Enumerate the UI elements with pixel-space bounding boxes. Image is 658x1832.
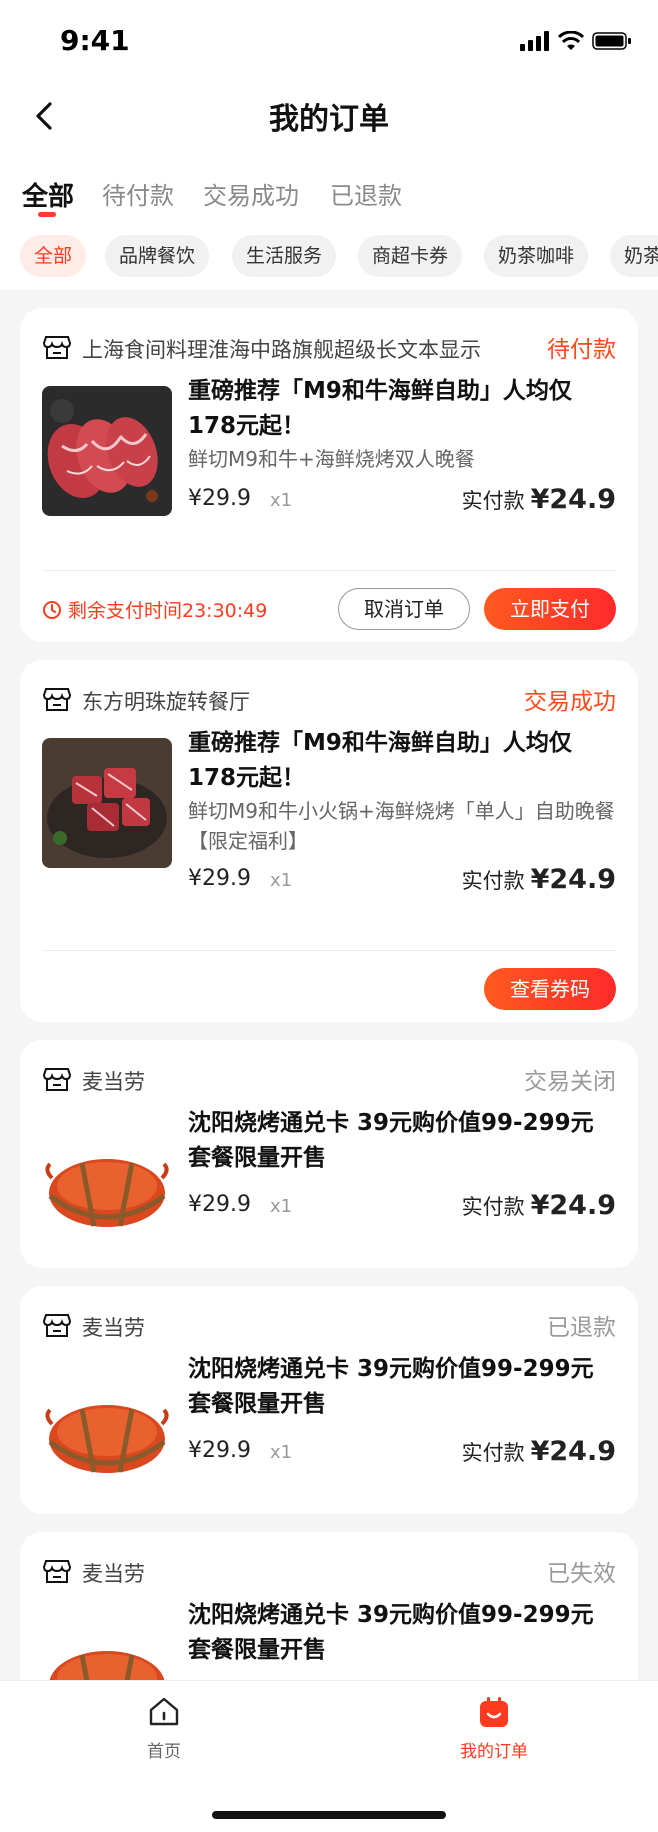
- paid-amount: 实付款 ¥24.9: [462, 484, 616, 515]
- product-image-wagyu-cubes[interactable]: [42, 738, 172, 868]
- product-title[interactable]: 重磅推荐「M9和牛海鲜自助」人均仅178元起！: [188, 374, 616, 444]
- tab-my-orders-label: 我的订单: [460, 1742, 528, 1762]
- store-icon: [42, 688, 72, 711]
- clock-icon: [43, 600, 61, 619]
- chip-milk-tea-partial[interactable]: 奶茶: [610, 235, 658, 277]
- store-name[interactable]: 麦当劳: [82, 1066, 145, 1096]
- chip-supermarket-cards[interactable]: 商超卡券: [358, 235, 463, 277]
- cancel-order-button[interactable]: 取消订单: [338, 588, 470, 630]
- chip-all[interactable]: 全部: [20, 235, 87, 277]
- order-status: 交易成功: [524, 689, 616, 715]
- orders-icon: [480, 1697, 508, 1727]
- store-row: 麦当劳 已失效: [42, 1554, 616, 1588]
- store-name[interactable]: 麦当劳: [82, 1558, 145, 1588]
- product-subtitle: 鲜切M9和牛小火锅+海鲜烧烤「单人」自助晚餐【限定福利】: [188, 799, 615, 853]
- store-row: 上海食间料理淮海中路旗舰超级长文本显示 待付款: [42, 330, 616, 364]
- unit-price: ¥29.9: [188, 1438, 251, 1463]
- order-card[interactable]: 上海食间料理淮海中路旗舰超级长文本显示 待付款 重磅推荐「M9和牛海鲜自助」人均…: [20, 308, 638, 642]
- order-status: 待付款: [547, 337, 616, 363]
- quantity: x1: [270, 870, 293, 891]
- store-icon: [42, 1560, 72, 1583]
- store-icon: [42, 336, 72, 359]
- store-row: 东方明珠旋转餐厅 交易成功: [42, 682, 616, 716]
- chip-brand-dining[interactable]: 品牌餐饮: [105, 235, 210, 277]
- store-name[interactable]: 上海食间料理淮海中路旗舰超级长文本显示: [82, 334, 481, 364]
- divider: [42, 570, 616, 571]
- home-indicator: [212, 1811, 446, 1819]
- store-icon: [42, 1068, 72, 1091]
- order-tabs: 全部 待付款 交易成功 已退款: [0, 172, 658, 220]
- order-card[interactable]: 东方明珠旋转餐厅 交易成功 重磅推荐「M9和牛海鲜自助」人均仅178元起！ 鲜切…: [20, 660, 638, 1022]
- unit-price: ¥29.9: [188, 866, 251, 891]
- battery-icon: [592, 32, 631, 50]
- paid-value: ¥24.9: [530, 484, 616, 515]
- order-status: 交易关闭: [524, 1069, 616, 1095]
- order-status: 已退款: [547, 1315, 616, 1341]
- divider: [42, 950, 616, 951]
- product-title[interactable]: 沈阳烧烤通兑卡 39元购价值99-299元套餐限量开售: [188, 1598, 616, 1668]
- chip-milk-tea-coffee[interactable]: 奶茶咖啡: [484, 235, 589, 277]
- tab-my-orders[interactable]: 我的订单: [434, 1695, 554, 1762]
- order-card[interactable]: 麦当劳 已退款 沈阳烧烤通兑卡 39元购价值99-299元套餐限量开售 ¥29.…: [20, 1286, 638, 1514]
- product-title[interactable]: 沈阳烧烤通兑卡 39元购价值99-299元套餐限量开售: [188, 1106, 616, 1176]
- pay-now-button[interactable]: 立即支付: [484, 588, 616, 630]
- nav-bar: 我的订单: [0, 84, 658, 148]
- store-row: 麦当劳 已退款: [42, 1308, 616, 1342]
- paid-amount: 实付款 ¥24.9: [462, 1436, 616, 1467]
- store-icon: [42, 1314, 72, 1337]
- quantity: x1: [270, 1442, 293, 1463]
- tab-home[interactable]: 首页: [104, 1695, 224, 1762]
- home-icon: [149, 1697, 179, 1726]
- view-voucher-code-button[interactable]: 查看券码: [484, 968, 616, 1010]
- paid-value: ¥24.9: [530, 1190, 616, 1221]
- quantity: x1: [270, 490, 293, 511]
- page-title: 我的订单: [269, 102, 389, 137]
- product-subtitle: 鲜切M9和牛+海鲜烧烤双人晚餐: [188, 447, 475, 471]
- unit-price: ¥29.9: [188, 1192, 251, 1217]
- paid-value: ¥24.9: [530, 864, 616, 895]
- paid-label: 实付款: [461, 1441, 525, 1465]
- category-chips: 全部 品牌餐饮 生活服务 商超卡券 奶茶咖啡 奶茶: [0, 235, 658, 277]
- status-time: 9:41: [60, 24, 130, 57]
- tab-pending-payment[interactable]: 待付款: [102, 176, 174, 211]
- unit-price: ¥29.9: [188, 486, 251, 511]
- status-icons: [520, 30, 632, 52]
- paid-value: ¥24.9: [530, 1436, 616, 1467]
- wifi-icon: [558, 31, 584, 50]
- chip-life-services[interactable]: 生活服务: [232, 235, 337, 277]
- product-image-crab[interactable]: [42, 1118, 172, 1248]
- status-bar: 9:41: [0, 0, 658, 84]
- paid-label: 实付款: [461, 489, 525, 513]
- paid-label: 实付款: [461, 869, 525, 893]
- tab-completed[interactable]: 交易成功: [203, 176, 299, 211]
- tab-all[interactable]: 全部: [22, 176, 74, 213]
- store-name[interactable]: 东方明珠旋转餐厅: [82, 686, 250, 716]
- product-title[interactable]: 沈阳烧烤通兑卡 39元购价值99-299元套餐限量开售: [188, 1352, 616, 1422]
- paid-label: 实付款: [461, 1195, 525, 1219]
- store-name[interactable]: 麦当劳: [82, 1312, 145, 1342]
- product-image-crab[interactable]: [42, 1364, 172, 1494]
- paid-amount: 实付款 ¥24.9: [462, 1190, 616, 1221]
- order-card[interactable]: 麦当劳 交易关闭 沈阳烧烤通兑卡 39元购价值99-299元套餐限量开售 ¥29…: [20, 1040, 638, 1268]
- tab-refunded[interactable]: 已退款: [330, 176, 402, 211]
- active-tab-indicator: [38, 212, 56, 217]
- product-title[interactable]: 重磅推荐「M9和牛海鲜自助」人均仅178元起！: [188, 726, 616, 796]
- signal-icon: [520, 31, 549, 51]
- product-image-wagyu-steak[interactable]: [42, 386, 172, 516]
- payment-countdown: 剩余支付时间23:30:49: [42, 596, 267, 623]
- store-row: 麦当劳 交易关闭: [42, 1062, 616, 1096]
- paid-amount: 实付款 ¥24.9: [462, 864, 616, 895]
- top-area: 9:41 我的订单 全部 待付款 交易成功 已退款 全部 品牌餐饮 生活服务 商…: [0, 0, 658, 290]
- countdown-text: 剩余支付时间23:30:49: [68, 600, 268, 622]
- bottom-tab-bar: 首页 我的订单: [0, 1680, 658, 1832]
- order-status: 已失效: [547, 1561, 616, 1587]
- quantity: x1: [270, 1196, 293, 1217]
- tab-home-label: 首页: [147, 1742, 181, 1762]
